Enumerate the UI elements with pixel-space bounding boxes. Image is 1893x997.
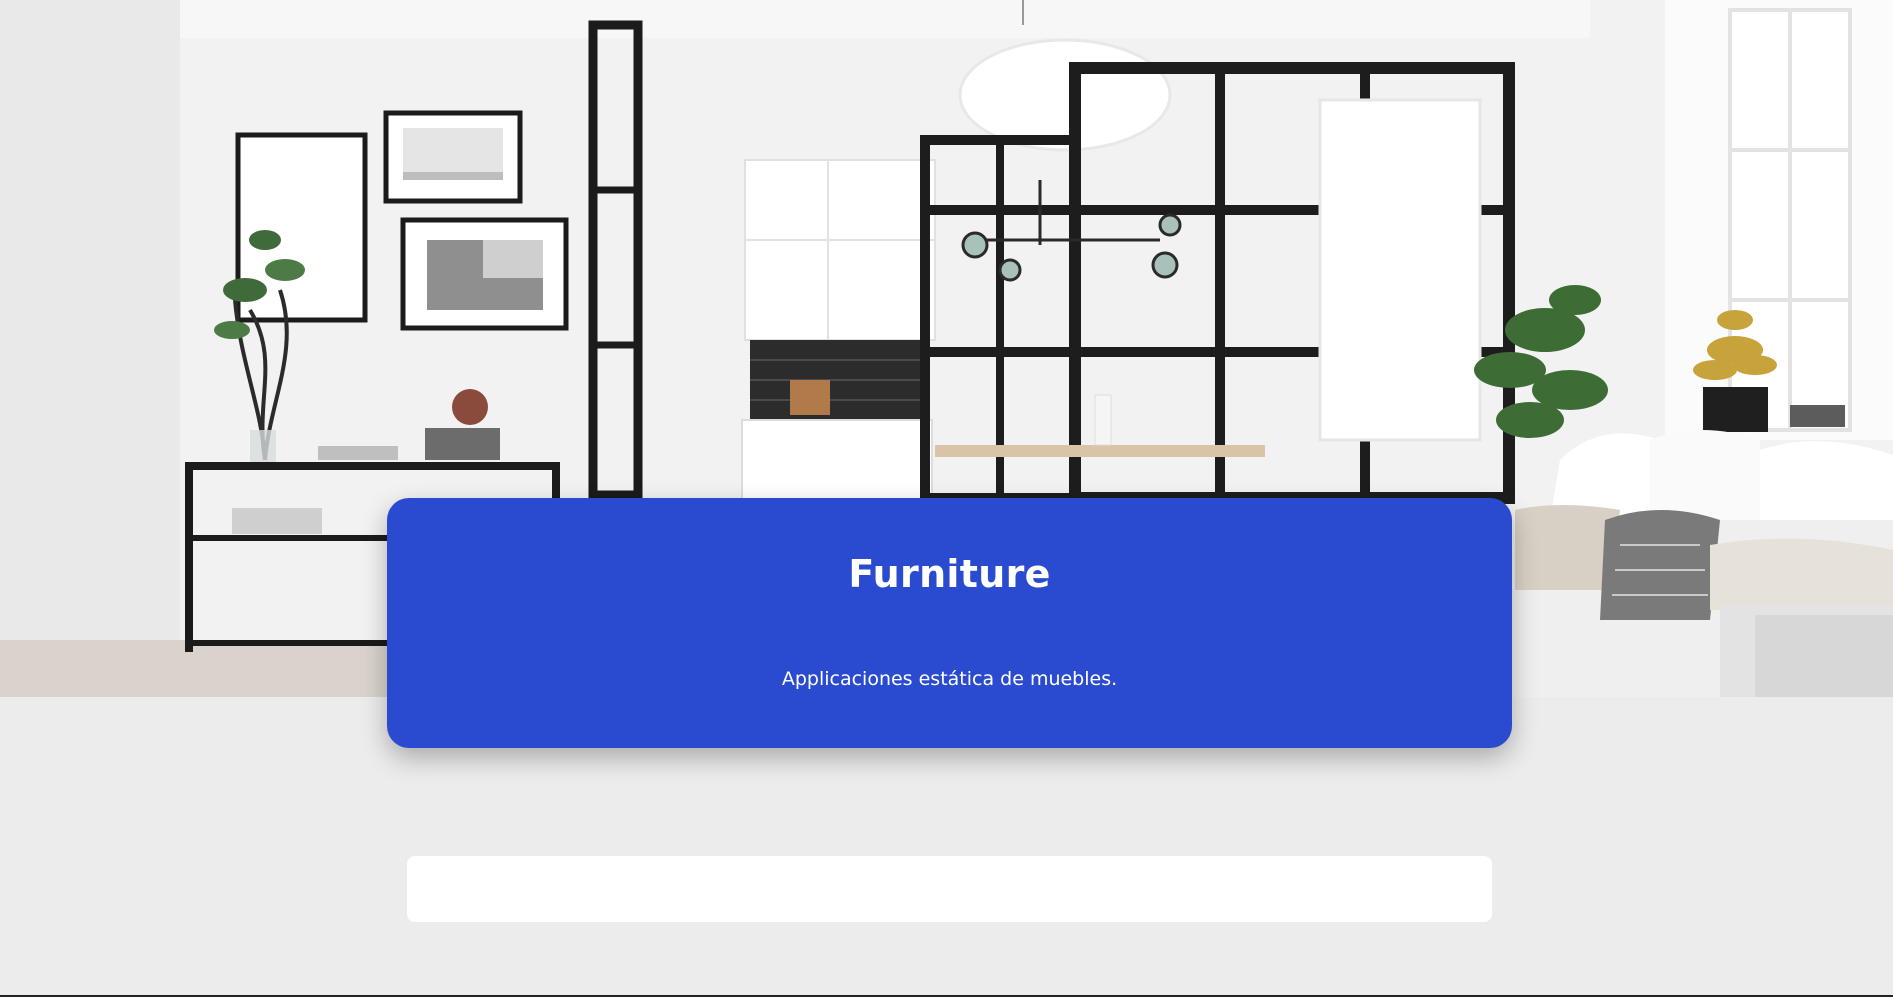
hero-card: Furniture Applicaciones estática de mueb…	[387, 498, 1512, 748]
page-subtitle: Applicaciones estática de muebles.	[781, 668, 1118, 690]
content-bar	[407, 856, 1492, 922]
page: Furniture Applicaciones estática de mueb…	[0, 0, 1893, 997]
page-title: Furniture	[848, 552, 1051, 596]
